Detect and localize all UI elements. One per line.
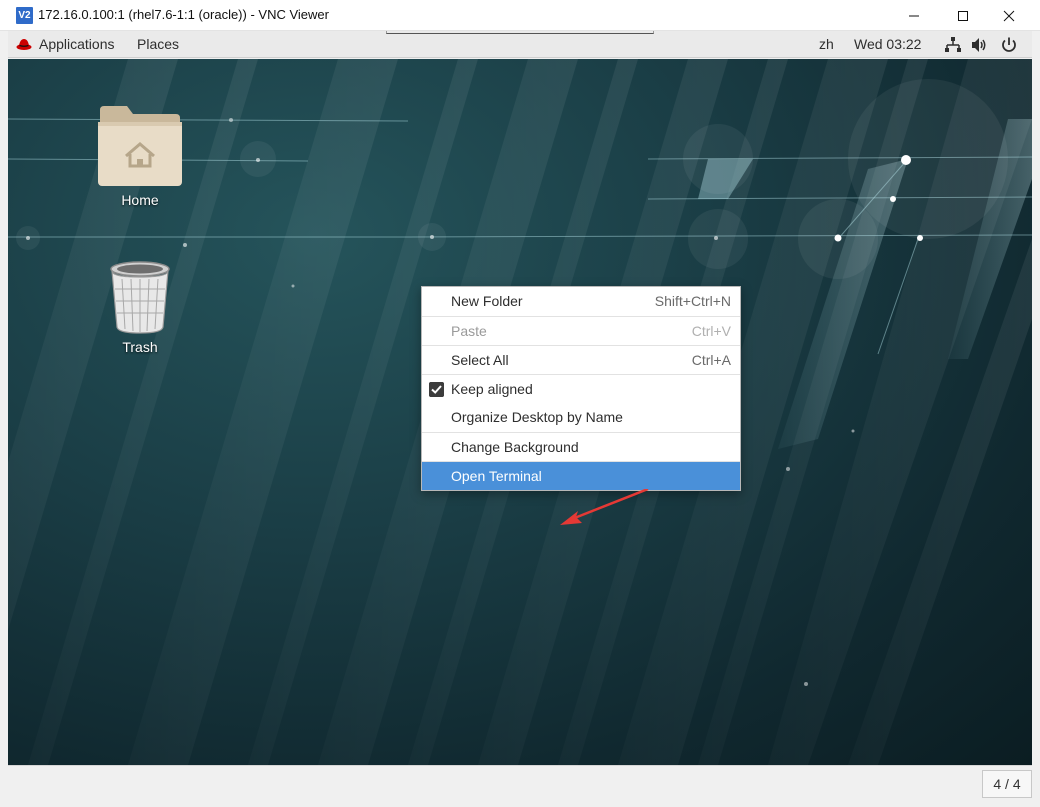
close-icon (1003, 10, 1015, 21)
menu-item-label: Organize Desktop by Name (451, 409, 623, 425)
window-frame-left (0, 31, 8, 807)
checkbox-checked-icon[interactable] (429, 382, 444, 397)
desktop-icon-home[interactable]: Home (90, 104, 190, 208)
vnc-viewer-app-icon: V2 (16, 7, 33, 24)
menu-item-label: Change Background (451, 439, 579, 455)
menu-item-select-all[interactable]: Select All Ctrl+A (422, 345, 740, 374)
menu-item-new-folder[interactable]: New Folder Shift+Ctrl+N (422, 287, 740, 316)
menu-item-shortcut: Shift+Ctrl+N (654, 293, 731, 309)
minimize-icon (909, 15, 919, 16)
menu-item-shortcut: Ctrl+V (691, 323, 731, 339)
home-folder-icon (98, 106, 182, 186)
menu-item-label: Open Terminal (451, 468, 542, 484)
vnc-status-bar: 4 / 4 (8, 765, 1032, 802)
gnome-top-panel: Applications Places zh Wed 03:22 (8, 31, 1032, 58)
menu-item-shortcut: Ctrl+A (691, 352, 731, 368)
input-language-indicator[interactable]: zh (819, 36, 834, 52)
volume-icon[interactable] (970, 36, 988, 54)
close-button[interactable] (986, 0, 1032, 31)
menu-item-label: Keep aligned (451, 381, 533, 397)
network-icon[interactable] (944, 36, 962, 54)
menu-item-organize-desktop[interactable]: Organize Desktop by Name (422, 403, 740, 432)
window-titlebar: V2 172.16.0.100:1 (rhel7.6-1:1 (oracle))… (0, 0, 1040, 31)
page-counter: 4 / 4 (982, 770, 1032, 798)
trash-icon (110, 261, 170, 334)
window-frame-right (1032, 31, 1040, 807)
menu-item-label: Select All (451, 352, 509, 368)
maximize-icon (958, 10, 968, 21)
menu-item-keep-aligned[interactable]: Keep aligned (422, 374, 740, 403)
annotation-arrow-icon (560, 489, 649, 525)
menu-item-change-background[interactable]: Change Background (422, 432, 740, 461)
minimize-button[interactable] (891, 0, 937, 31)
desktop-icon-label: Trash (122, 339, 158, 355)
desktop[interactable]: Home Trash New Folder Shift+Ctrl+N Paste… (8, 59, 1032, 765)
maximize-button[interactable] (940, 0, 986, 31)
menu-item-paste: Paste Ctrl+V (422, 316, 740, 345)
desktop-icon-trash[interactable]: Trash (90, 259, 190, 355)
desktop-icon-label: Home (121, 192, 159, 208)
redhat-logo-icon (16, 39, 32, 50)
menu-item-label: New Folder (451, 293, 523, 309)
desktop-context-menu: New Folder Shift+Ctrl+N Paste Ctrl+V Sel… (421, 286, 741, 491)
power-icon[interactable] (1000, 36, 1018, 54)
window-title: 172.16.0.100:1 (rhel7.6-1:1 (oracle)) - … (38, 7, 329, 22)
places-menu[interactable]: Places (137, 36, 179, 52)
menu-item-open-terminal[interactable]: Open Terminal (422, 461, 740, 490)
menu-item-label: Paste (451, 323, 487, 339)
applications-menu[interactable]: Applications (39, 36, 115, 52)
vnc-toolbar-handle[interactable] (386, 31, 654, 34)
clock[interactable]: Wed 03:22 (854, 36, 921, 52)
